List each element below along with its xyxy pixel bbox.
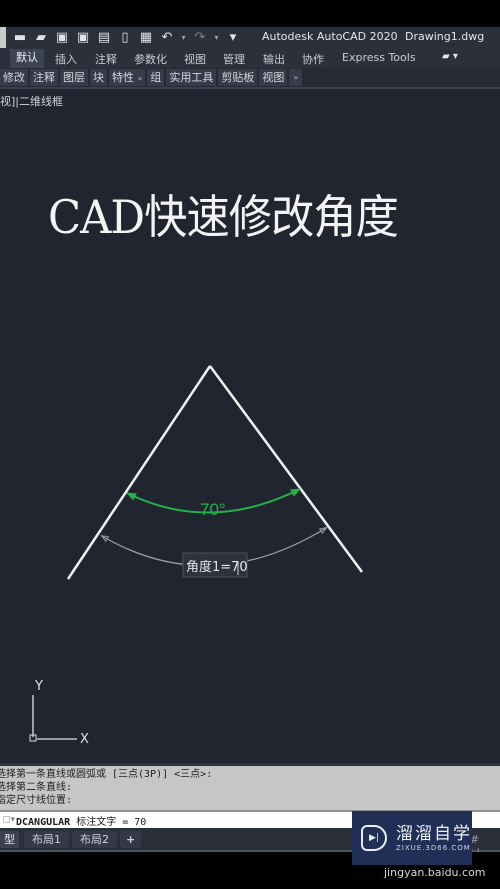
angular-dimension-text[interactable]: 70° xyxy=(200,500,226,519)
command-history-line: 指定尺寸线位置: xyxy=(0,795,73,806)
panel-expand-icon: » xyxy=(137,74,143,83)
panel-layers[interactable]: 图层 xyxy=(60,69,88,86)
drawing-svg: 70° 角度1=70 Y X xyxy=(29,365,364,747)
open-folder-icon[interactable]: ▰ xyxy=(32,30,50,46)
ribbon-panel-bar: 修改 注释 图层 块 特性 » 组 实用工具 剪贴板 视图 » xyxy=(0,68,500,87)
publish-icon[interactable]: ▤ xyxy=(95,30,113,46)
ucs-y-label: Y xyxy=(34,679,43,694)
source-caption: jingyan.baidu.com xyxy=(384,866,486,879)
play-icon: ▶| xyxy=(361,825,387,851)
panel-properties[interactable]: 特性 » xyxy=(109,69,146,86)
tab-parametric[interactable]: 参数化 xyxy=(134,51,167,67)
tab-insert[interactable]: 插入 xyxy=(55,51,77,67)
drawing-canvas[interactable]: 视]|二维线框 CAD快速修改角度 70° 角度1=70 Y X xyxy=(0,89,500,763)
command-history-line: 选择第一条直线或圆弧或 [三点(3P)] <三点>: xyxy=(0,769,213,780)
left-line[interactable] xyxy=(66,365,212,580)
document-name: Drawing1.dwg xyxy=(405,30,485,43)
ucs-x-label: X xyxy=(80,732,89,747)
undo-dropdown-icon[interactable]: ▾ xyxy=(179,30,188,46)
save-as-icon[interactable]: ▣ xyxy=(74,30,92,46)
redo-dropdown-icon[interactable]: ▾ xyxy=(212,30,221,46)
panel-modify[interactable]: 修改 xyxy=(0,69,28,86)
command-history: 选择第一条直线或圆弧或 [三点(3P)] <三点>: 选择第二条直线: 指定尺寸… xyxy=(0,763,500,810)
add-layout-button[interactable]: + xyxy=(120,831,142,848)
customize-dropdown-icon[interactable]: ▾ xyxy=(224,30,242,46)
panel-properties-label: 特性 xyxy=(112,71,134,84)
tab-annotate[interactable]: 注释 xyxy=(95,51,117,67)
new-file-icon[interactable]: ▬ xyxy=(11,30,29,46)
title-bar: ▬ ▰ ▣ ▣ ▤ ▯ ▦ ↶ ▾ ↷ ▾ ▾ Autodesk AutoCAD… xyxy=(0,27,500,48)
ribbon-tab-bar: 默认 插入 注释 参数化 视图 管理 输出 协作 Express Tools ▰… xyxy=(0,48,500,68)
print-icon[interactable]: ▦ xyxy=(137,30,155,46)
panel-view[interactable]: 视图 xyxy=(259,69,288,86)
watermark-subtitle: ZIXUE.3D66.COM xyxy=(396,844,471,852)
right-line[interactable] xyxy=(208,365,364,573)
command-prompt: 标注文字 = 70 xyxy=(70,816,147,828)
tab-layout2[interactable]: 布局2 xyxy=(72,831,117,848)
watermark-logo: ▶| 溜溜自学 ZIXUE.3D66.COM xyxy=(352,811,472,865)
tab-view[interactable]: 视图 xyxy=(184,51,206,67)
share-icon[interactable]: ▯ xyxy=(116,30,134,46)
panel-annotation[interactable]: 注释 xyxy=(30,69,58,86)
tab-model[interactable]: 型 xyxy=(0,831,19,848)
tab-collaborate[interactable]: 协作 xyxy=(302,51,324,67)
panel-groups[interactable]: 组 xyxy=(147,69,165,86)
top-letterbox xyxy=(0,0,500,27)
redo-icon[interactable]: ↷ xyxy=(191,30,209,46)
tab-default[interactable]: 默认 xyxy=(10,49,44,68)
app-title: Autodesk AutoCAD 2020 xyxy=(262,30,398,43)
app-menu-edge[interactable] xyxy=(0,27,6,48)
undo-icon[interactable]: ↶ xyxy=(158,30,176,46)
command-history-line: 选择第二条直线: xyxy=(0,782,73,793)
watermark-title: 溜溜自学 xyxy=(396,824,472,844)
panel-clipboard[interactable]: 剪贴板 xyxy=(218,69,258,86)
tab-output[interactable]: 输出 xyxy=(263,51,285,67)
panel-utilities[interactable]: 实用工具 xyxy=(166,69,217,86)
panel-more-icon[interactable]: » xyxy=(289,69,303,86)
command-recent-dropdown-icon[interactable]: ▢▾ xyxy=(2,815,16,825)
ribbon-minimize-icon[interactable]: ▰ ▾ xyxy=(442,51,458,62)
command-name: DCANGULAR xyxy=(16,816,71,828)
panel-block[interactable]: 块 xyxy=(90,69,107,86)
quick-access-toolbar: ▬ ▰ ▣ ▣ ▤ ▯ ▦ ↶ ▾ ↷ ▾ ▾ xyxy=(11,30,242,46)
tab-manage[interactable]: 管理 xyxy=(223,51,245,67)
tab-express-tools[interactable]: Express Tools xyxy=(342,51,416,64)
tab-layout1[interactable]: 布局1 xyxy=(24,831,69,848)
command-text[interactable]: DCANGULAR 标注文字 = 70 xyxy=(16,813,146,828)
save-icon[interactable]: ▣ xyxy=(53,30,71,46)
